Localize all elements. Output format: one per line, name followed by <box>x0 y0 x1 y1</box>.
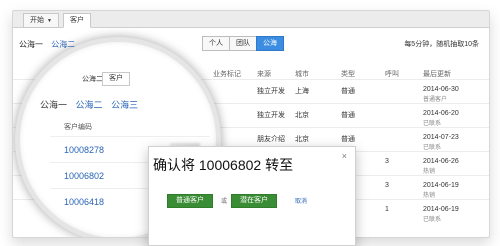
tab-start-label: 开始 <box>30 17 44 24</box>
cell-source: 朋友介绍 <box>257 136 285 143</box>
chevron-down-icon: ▼ <box>47 18 52 24</box>
cell-status: 普通客户 <box>423 97 448 103</box>
segment-public[interactable]: 公海 <box>256 36 284 51</box>
magnifier-customer-id[interactable]: 10006418 <box>64 197 104 207</box>
pool-tab-1[interactable]: 公海一 <box>19 40 43 49</box>
magnifier-customers-tab[interactable]: 客户 <box>102 72 130 86</box>
cancel-link[interactable]: 取消 <box>295 196 307 205</box>
cell-status: 已联系 <box>423 145 442 151</box>
magnifier-pool-tab-1[interactable]: 公海一 <box>40 100 67 110</box>
cell-updated: 2014-06-20 <box>423 110 459 117</box>
cell-call: 1 <box>385 206 389 213</box>
magnifier-column-header: 客户编码 <box>64 124 92 131</box>
th-call: 呼叫 <box>385 71 399 78</box>
cell-call: 3 <box>385 182 389 189</box>
cell-type: 普通 <box>341 112 355 119</box>
th-type: 类型 <box>341 71 355 78</box>
transfer-dialog: × 确认将 10006802 转至 普通客户 或 潜在客户 取消 <box>148 146 356 246</box>
magnifier-pool-label: 公海二 <box>82 76 103 83</box>
th-city: 城市 <box>295 71 309 78</box>
cell-updated: 2014-06-26 <box>423 158 459 165</box>
th-business-mark: 业务标记 <box>213 71 241 78</box>
cell-updated: 2014-06-30 <box>423 86 459 93</box>
magnifier-customer-id[interactable]: 10008278 <box>64 145 104 155</box>
th-source: 来源 <box>257 71 271 78</box>
cell-source: 独立开发 <box>257 88 285 95</box>
cell-status: 热销 <box>423 169 436 175</box>
cell-updated: 2014-06-19 <box>423 182 459 189</box>
or-label: 或 <box>221 199 228 205</box>
cell-call: 3 <box>385 158 389 165</box>
dialog-title: 确认将 10006802 转至 <box>153 157 294 173</box>
cell-city: 北京 <box>295 112 309 119</box>
segment-team[interactable]: 团队 <box>229 36 257 51</box>
tab-customers[interactable]: 客户 <box>63 13 91 28</box>
potential-customer-button[interactable]: 潜在客户 <box>231 194 277 208</box>
regular-customer-button[interactable]: 普通客户 <box>167 194 213 208</box>
tab-start[interactable]: 开始 ▼ <box>23 13 59 28</box>
cell-status: 热销 <box>423 193 436 199</box>
cell-city: 北京 <box>295 136 309 143</box>
cell-source: 独立开发 <box>257 112 285 119</box>
magnifier-customer-id[interactable]: 10006802 <box>64 171 104 181</box>
th-last-update: 最后更新 <box>423 71 451 78</box>
cell-status: 已联系 <box>423 217 442 223</box>
magnifier-pool-tab-2[interactable]: 公海二 <box>76 100 103 110</box>
cell-type: 普通 <box>341 136 355 143</box>
magnifier-pool-tabs: 公海一 公海二 公海三 <box>40 98 144 111</box>
cell-type: 普通 <box>341 88 355 95</box>
refresh-note: 每5分钟，随机抽取10条 <box>404 41 479 48</box>
segment-personal[interactable]: 个人 <box>202 36 230 51</box>
cell-updated: 2014-07-23 <box>423 134 459 141</box>
magnifier-pool-tab-3[interactable]: 公海三 <box>111 100 138 110</box>
cell-updated: 2014-06-19 <box>423 206 459 213</box>
cell-status: 已联系 <box>423 121 442 127</box>
top-tab-bar: 开始 ▼ 客户 <box>13 11 489 28</box>
close-icon[interactable]: × <box>342 151 347 161</box>
cell-city: 上海 <box>295 88 309 95</box>
tab-customers-label: 客户 <box>70 17 84 24</box>
view-segment: 个人 团队 公海 <box>202 36 284 51</box>
